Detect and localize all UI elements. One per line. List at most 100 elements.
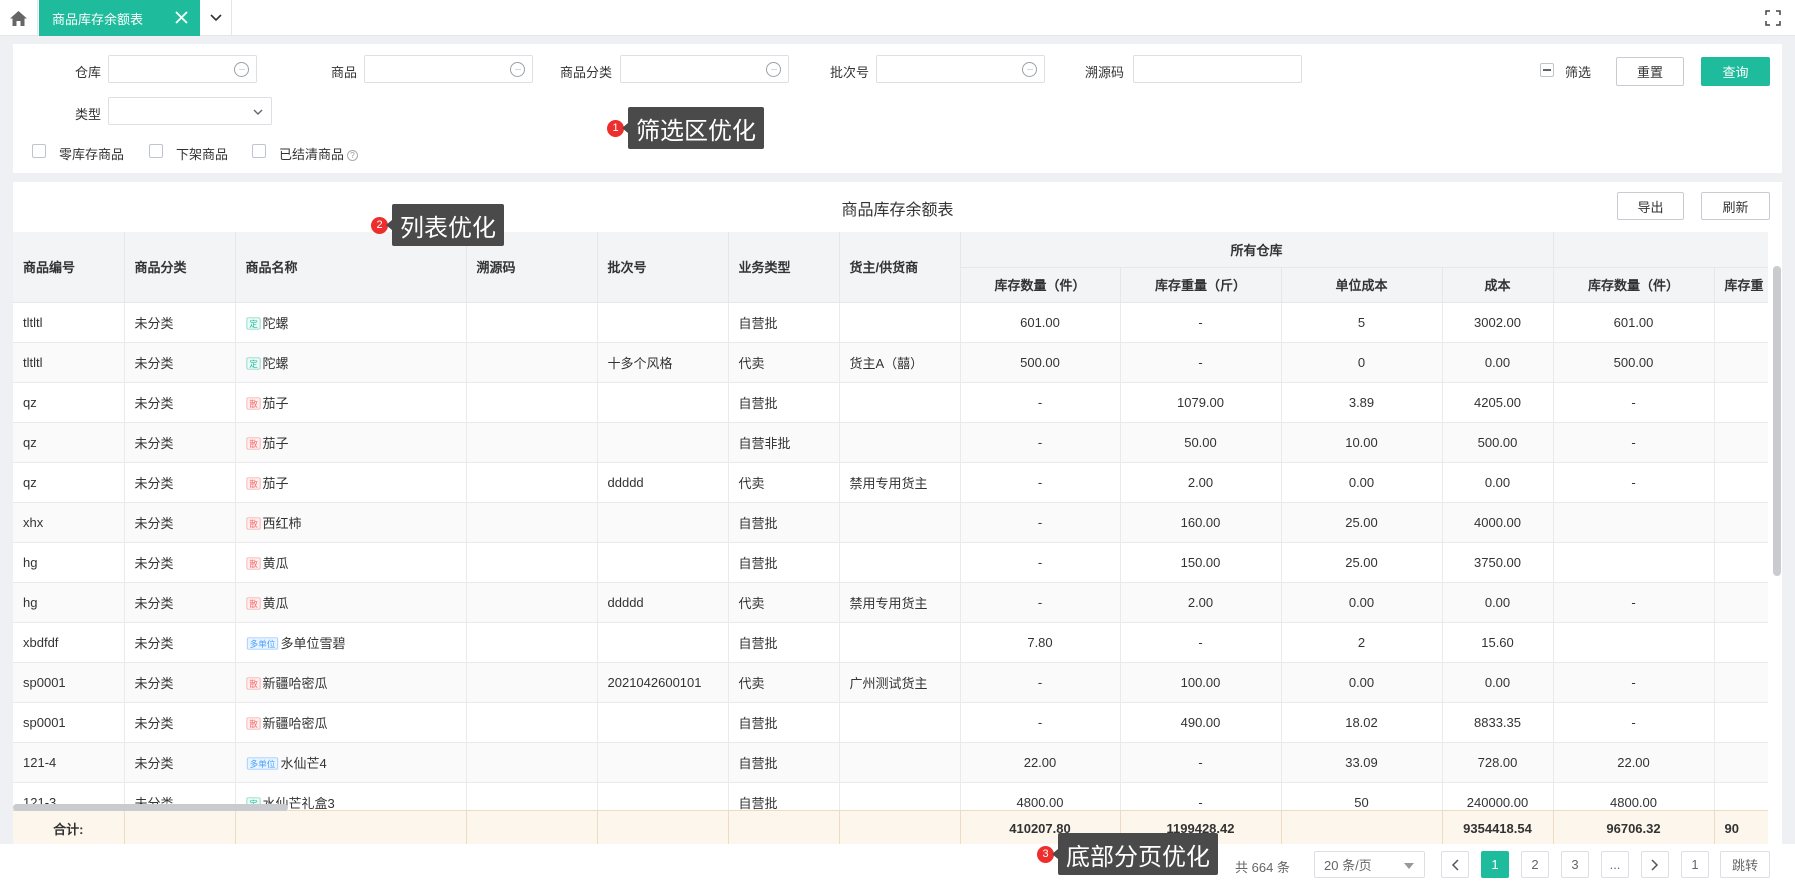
col-header-weight[interactable]: 库存重量（斤）	[1120, 267, 1282, 303]
page-1-button[interactable]: 1	[1481, 851, 1509, 878]
col-header-biz-type[interactable]: 业务类型	[728, 232, 840, 303]
cell-name: 多单位 水仙芒4	[235, 742, 467, 783]
cell-trace	[466, 742, 598, 783]
table-row[interactable]: tltltl 未分类定陀螺 自营批 601.00-5 3002.00 601.00	[13, 302, 1768, 343]
more-options-icon[interactable]: ···	[766, 62, 781, 77]
cell-biz-type: 代卖	[728, 662, 840, 703]
cell-weight: 2.00	[1120, 582, 1282, 623]
product-name: 茄子	[262, 395, 289, 411]
product-type-tag: 散	[245, 436, 261, 450]
col-header-qty[interactable]: 库存数量（件）	[960, 267, 1121, 303]
table-row[interactable]: sp0001 未分类散新疆哈密瓜 自营批 -490.00 18.02 8833.35-	[13, 702, 1768, 743]
cell-code: hg	[13, 582, 125, 623]
cell-code: sp0001	[13, 702, 125, 743]
col-header-unit-cost[interactable]: 单位成本	[1281, 267, 1443, 303]
cell-qty2: -	[1553, 462, 1715, 503]
next-page-button[interactable]	[1641, 851, 1669, 878]
cell-code: qz	[13, 422, 125, 463]
help-icon[interactable]: ?	[347, 150, 359, 161]
col-header-cost[interactable]: 成本	[1442, 267, 1554, 303]
jump-page-input[interactable]: 1	[1681, 851, 1709, 878]
page-size-select[interactable]: 20 条/页	[1314, 851, 1425, 878]
refresh-button[interactable]: 刷新	[1701, 192, 1770, 220]
table-row[interactable]: qz 未分类散茄子 自营非批 -50.00 10.00 500.00-	[13, 422, 1768, 463]
fullscreen-icon[interactable]	[1765, 10, 1781, 26]
table-row[interactable]: qz 未分类散茄子 ddddd 代卖 禁用专用货主 -2.00 0.00 0.00-	[13, 462, 1768, 503]
cell-qty2: -	[1553, 582, 1715, 623]
cell-owner	[839, 422, 961, 463]
cell-trace	[466, 582, 598, 623]
settled-checkbox[interactable]	[252, 144, 266, 158]
data-grid[interactable]: 商品编号 商品分类 商品名称 溯源码 批次号 业务类型 货主/供货商 所有仓库 …	[13, 232, 1768, 844]
tab-dropdown-button[interactable]	[200, 0, 232, 36]
table-row[interactable]: tltltl 未分类定陀螺 十多个风格 代卖 货主A（囍） 500.00-0 0.00 500…	[13, 342, 1768, 383]
product-input[interactable]: ···	[364, 55, 533, 83]
table-row[interactable]: hg 未分类散黄瓜 ddddd 代卖 禁用专用货主 -2.00 0.00 0.00-	[13, 582, 1768, 623]
home-button[interactable]	[0, 0, 38, 36]
export-button[interactable]: 导出	[1617, 192, 1684, 220]
table-row[interactable]: sp0001 未分类散新疆哈密瓜 2021042600101 代卖 广州测试货主 -100…	[13, 662, 1768, 703]
cell-code: sp0001	[13, 662, 125, 703]
cell-code: xhx	[13, 502, 125, 543]
product-type-tag: 散	[245, 396, 261, 410]
more-options-icon[interactable]: ···	[510, 62, 525, 77]
zero-stock-label: 零库存商品	[59, 147, 125, 162]
horizontal-scrollbar[interactable]	[13, 804, 288, 811]
cell-cost: 0.00	[1442, 662, 1554, 703]
cell-weight2	[1714, 662, 1768, 703]
trace-code-input[interactable]	[1133, 55, 1302, 83]
table-title: 商品库存余额表	[841, 202, 954, 219]
product-type-tag: 定	[245, 316, 261, 330]
cell-cost: 728.00	[1442, 742, 1554, 783]
col-header-batch[interactable]: 批次号	[597, 232, 729, 303]
col-header-qty-2[interactable]: 库存数量（件）	[1553, 267, 1715, 303]
cell-batch	[597, 702, 729, 743]
prev-page-button[interactable]	[1441, 851, 1469, 878]
cell-owner	[839, 622, 961, 663]
page-2-button[interactable]: 2	[1521, 851, 1549, 878]
cell-biz-type: 自营批	[728, 742, 840, 783]
table-row[interactable]: qz 未分类散茄子 自营批 -1079.00 3.89 4205.00-	[13, 382, 1768, 423]
product-name: 多单位雪碧	[280, 635, 346, 651]
table-row[interactable]: xbdfdf 未分类 多单位 多单位雪碧 自营批 7.80-2 15.60	[13, 622, 1768, 663]
cell-owner: 禁用专用货主	[839, 462, 961, 503]
offshelf-checkbox[interactable]	[149, 144, 163, 158]
batch-input[interactable]: ···	[876, 55, 1045, 83]
cell-weight2	[1714, 422, 1768, 463]
more-pages-button[interactable]: ...	[1601, 851, 1629, 878]
jump-button[interactable]: 跳转	[1720, 851, 1770, 878]
vertical-scrollbar[interactable]	[1773, 266, 1781, 576]
more-options-icon[interactable]: ···	[1022, 62, 1037, 77]
more-options-icon[interactable]: ···	[234, 62, 249, 77]
col-header-category[interactable]: 商品分类	[124, 232, 236, 303]
query-button[interactable]: 查询	[1701, 57, 1770, 86]
cell-name: 散茄子	[235, 422, 467, 463]
table-row[interactable]: 121-4 未分类 多单位 水仙芒4 自营批 22.00-33.09 728.00 22.00	[13, 742, 1768, 783]
zero-stock-checkbox[interactable]	[32, 144, 46, 158]
warehouse-input[interactable]: ···	[108, 55, 257, 83]
close-icon[interactable]	[173, 9, 190, 26]
cell-biz-type: 代卖	[728, 342, 840, 383]
page-3-button[interactable]: 3	[1561, 851, 1589, 878]
filter-toggle-checkbox[interactable]	[1540, 63, 1554, 77]
cell-category: 未分类	[124, 702, 236, 743]
cell-unit-cost: 5	[1281, 302, 1443, 343]
product-type-tag: 散	[245, 716, 261, 730]
product-name: 新疆哈密瓜	[262, 715, 328, 731]
table-row[interactable]: hg 未分类散黄瓜 自营批 -150.00 25.00 3750.00	[13, 542, 1768, 583]
totals-row: 合计: 410207.80 1199428.42 9354418.54 9670…	[13, 810, 1768, 844]
cell-cost: 0.00	[1442, 462, 1554, 503]
cell-weight2	[1714, 622, 1768, 663]
col-header-code[interactable]: 商品编号	[13, 232, 125, 303]
tab-inventory-balance[interactable]: 商品库存余额表	[39, 0, 200, 36]
table-row[interactable]: xhx 未分类散西红柿 自营批 -160.00 25.00 4000.00	[13, 502, 1768, 543]
reset-button[interactable]: 重置	[1616, 57, 1684, 86]
total-count: 共 664 条	[1235, 860, 1290, 875]
cell-batch	[597, 302, 729, 343]
category-input[interactable]: ···	[620, 55, 789, 83]
cell-trace	[466, 342, 598, 383]
col-header-owner[interactable]: 货主/供货商	[839, 232, 961, 303]
type-select[interactable]	[108, 97, 272, 125]
col-header-weight-2[interactable]: 库存重	[1714, 267, 1768, 303]
cell-batch: ddddd	[597, 462, 729, 503]
